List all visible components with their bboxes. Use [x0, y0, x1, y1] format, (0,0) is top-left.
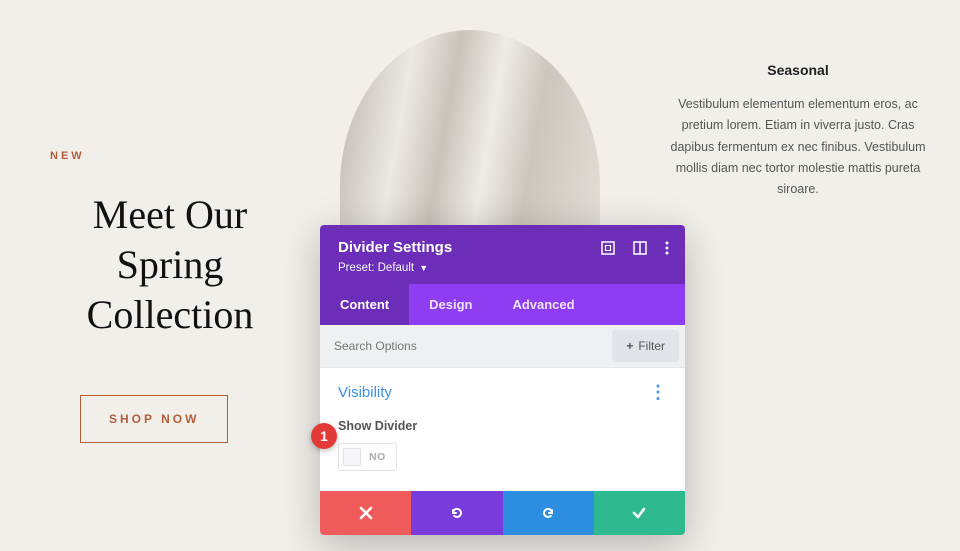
- panel-body: Visibility ⋮ Show Divider NO: [320, 368, 685, 491]
- hero-block: NEW Meet Our Spring Collection SHOP NOW: [50, 150, 290, 443]
- tab-advanced[interactable]: Advanced: [492, 284, 594, 325]
- panel-header[interactable]: Divider Settings Preset: Default ▼: [320, 225, 685, 284]
- annotation-step-1: 1: [311, 423, 337, 449]
- headline-line-2: Spring: [117, 242, 224, 287]
- search-options-input[interactable]: [320, 327, 606, 365]
- check-icon: [631, 505, 647, 521]
- visibility-section-title[interactable]: Visibility: [338, 384, 392, 401]
- undo-icon: [449, 505, 465, 521]
- filter-button[interactable]: + Filter: [612, 330, 679, 362]
- feature-copy: Seasonal Vestibulum elementum elementum …: [668, 62, 928, 200]
- show-divider-toggle[interactable]: NO: [338, 443, 397, 471]
- show-divider-label: Show Divider: [338, 419, 667, 433]
- plus-icon: +: [626, 339, 633, 353]
- hero-eyebrow: NEW: [50, 150, 290, 162]
- headline-line-3: Collection: [87, 292, 254, 337]
- chevron-down-icon: ▼: [419, 263, 428, 273]
- snap-icon[interactable]: [633, 241, 647, 255]
- hero-headline: Meet Our Spring Collection: [50, 190, 290, 340]
- panel-title: Divider Settings: [338, 239, 452, 256]
- panel-tabs: Content Design Advanced: [320, 284, 685, 325]
- toggle-state-text: NO: [369, 451, 386, 463]
- undo-button[interactable]: [411, 491, 502, 535]
- close-icon: [359, 506, 373, 520]
- preset-selector[interactable]: Preset: Default ▼: [338, 262, 669, 274]
- more-options-icon[interactable]: [665, 241, 669, 255]
- toggle-knob: [343, 448, 361, 466]
- redo-button[interactable]: [503, 491, 594, 535]
- tab-design[interactable]: Design: [409, 284, 492, 325]
- shop-now-button[interactable]: SHOP NOW: [80, 395, 228, 443]
- redo-icon: [540, 505, 556, 521]
- tab-content[interactable]: Content: [320, 284, 409, 325]
- feature-title: Seasonal: [668, 62, 928, 78]
- expand-icon[interactable]: [601, 241, 615, 255]
- confirm-button[interactable]: [594, 491, 685, 535]
- panel-search-bar: + Filter: [320, 325, 685, 368]
- headline-line-1: Meet Our: [93, 192, 247, 237]
- feature-body: Vestibulum elementum elementum eros, ac …: [668, 94, 928, 200]
- cancel-button[interactable]: [320, 491, 411, 535]
- divider-settings-panel: Divider Settings Preset: Default ▼ Conte…: [320, 225, 685, 535]
- preset-label: Preset: Default: [338, 262, 414, 274]
- section-more-icon[interactable]: ⋮: [649, 388, 667, 397]
- panel-footer: [320, 491, 685, 535]
- filter-label: Filter: [638, 339, 665, 353]
